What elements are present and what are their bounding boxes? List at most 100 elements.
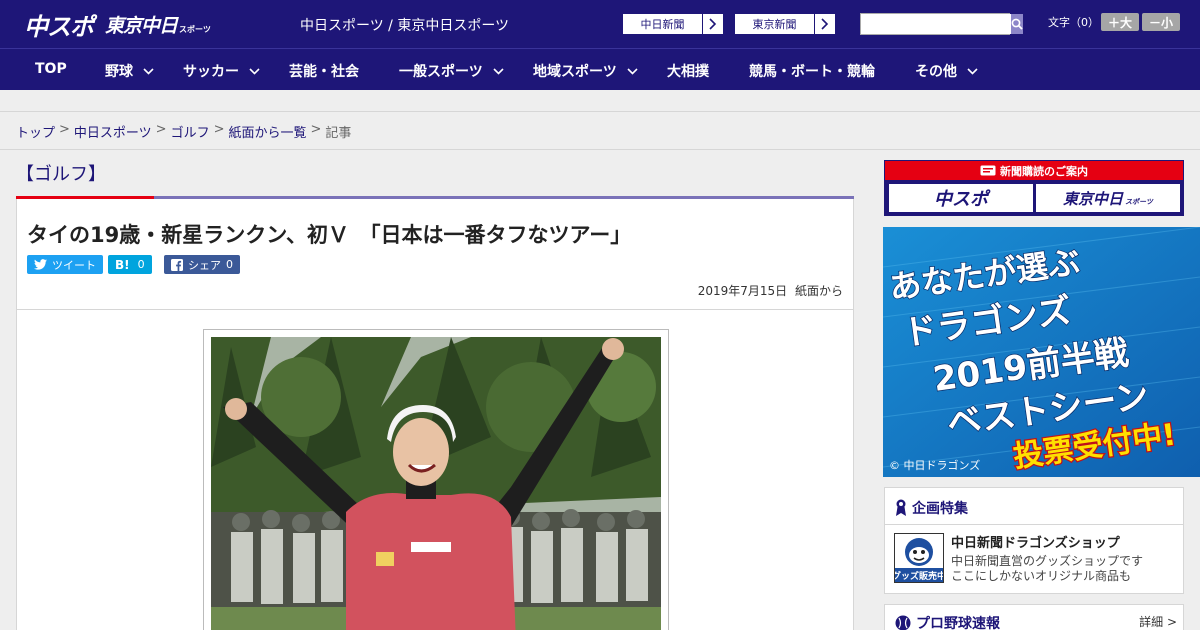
chevron-down-icon bbox=[967, 67, 978, 75]
subscribe-chuspo-button[interactable]: 中スポ bbox=[889, 184, 1033, 212]
tokyo-shimbun-label: 東京新聞 bbox=[735, 14, 815, 34]
tweet-button[interactable]: ツイート bbox=[27, 255, 103, 274]
site-logo[interactable]: 中スポ 東京中日 スポーツ bbox=[24, 9, 211, 41]
breadcrumb-separator: > bbox=[59, 122, 70, 137]
main-nav: TOP 野球 サッカー 芸能・社会 一般スポーツ 地域スポーツ 大相撲 競馬・ボ… bbox=[0, 48, 1200, 90]
breadcrumb-separator: > bbox=[155, 122, 167, 137]
baseball-scores-box: プロ野球速報 詳細 > bbox=[884, 604, 1184, 630]
chunichi-shimbun-link[interactable]: 中日新聞 bbox=[622, 13, 724, 35]
baseball-scores-title: プロ野球速報 bbox=[895, 613, 1000, 630]
divider bbox=[885, 524, 1183, 525]
facebook-share-count: 0 bbox=[226, 258, 233, 271]
subscribe-tokyo-chunichi-button[interactable]: 東京中日 スポーツ bbox=[1036, 184, 1180, 212]
breadcrumb-golf[interactable]: ゴルフ bbox=[171, 122, 210, 141]
chevron-down-icon bbox=[143, 67, 154, 75]
ad-strip bbox=[0, 90, 1200, 112]
nav-item-local-sports[interactable]: 地域スポーツ bbox=[533, 61, 638, 81]
tokyo-shimbun-link[interactable]: 東京新聞 bbox=[734, 13, 836, 35]
site-search bbox=[860, 13, 1023, 35]
hatena-bookmark-button[interactable]: B! 0 bbox=[108, 255, 152, 274]
nav-item-entertainment[interactable]: 芸能・社会 bbox=[289, 61, 359, 81]
chunichi-shimbun-label: 中日新聞 bbox=[623, 14, 703, 34]
nav-item-label: 芸能・社会 bbox=[289, 64, 359, 80]
chevron-down-icon bbox=[249, 67, 260, 75]
nav-item-racing[interactable]: 競馬・ボート・競輪 bbox=[749, 61, 875, 81]
feature-description-line: ここにしかないオリジナル商品も bbox=[951, 569, 1132, 583]
nav-item-label: サッカー bbox=[183, 64, 239, 80]
article-photo[interactable] bbox=[211, 337, 661, 630]
logo-sports: スポーツ bbox=[179, 24, 211, 34]
article-source: 紙面から bbox=[794, 284, 843, 298]
logo-chuspo: 中スポ bbox=[24, 12, 94, 41]
baseball-scores-label: プロ野球速報 bbox=[916, 616, 1000, 630]
facebook-icon bbox=[171, 258, 183, 271]
hatena-count: 0 bbox=[137, 258, 145, 271]
feature-description-line: 中日新聞直営のグッズショップです bbox=[951, 554, 1144, 568]
twitter-icon bbox=[34, 259, 47, 270]
breadcrumb-top[interactable]: トップ bbox=[16, 122, 55, 141]
search-button[interactable] bbox=[1011, 14, 1023, 34]
chevron-down-icon bbox=[627, 67, 638, 75]
chevron-right-icon bbox=[815, 14, 835, 34]
feature-description: 中日新聞直営のグッズショップです ここにしかないオリジナル商品も bbox=[951, 554, 1143, 584]
search-icon bbox=[1011, 18, 1023, 30]
feature-box: 企画特集 グッズ販売中 中日新聞ドラゴンズショップ 中日新聞直営のグッズショップ… bbox=[884, 487, 1184, 594]
article-date: 2019年7月15日 bbox=[697, 284, 788, 298]
subscription-box: 新聞購読のご案内 中スポ 東京中日 スポーツ bbox=[884, 160, 1184, 216]
subscription-header-label: 新聞購読のご案内 bbox=[1000, 164, 1088, 178]
article-dateline: 2019年7月15日 紙面から bbox=[698, 282, 843, 299]
font-size-label: 文字（0） bbox=[1048, 16, 1099, 29]
breadcrumb-paper-list[interactable]: 紙面から一覧 bbox=[229, 122, 307, 141]
ribbon-icon bbox=[896, 499, 906, 516]
subscription-header: 新聞購読のご案内 bbox=[885, 161, 1183, 180]
site-title: 中日スポーツ / 東京中日スポーツ bbox=[300, 18, 510, 34]
breadcrumb-current: 記事 bbox=[325, 126, 352, 141]
nav-item-label: 地域スポーツ bbox=[533, 64, 617, 80]
baseball-details-link[interactable]: 詳細 > bbox=[1139, 613, 1177, 630]
divider bbox=[0, 149, 1200, 150]
facebook-share-button[interactable]: シェア 0 bbox=[164, 255, 240, 274]
breadcrumb-separator: > bbox=[310, 122, 322, 137]
article-headline: タイの19歳・新星ランクン、初Ｖ 「日本は一番タフなツアー」 bbox=[27, 223, 632, 247]
baseball-icon bbox=[895, 615, 911, 630]
dragons-vote-banner[interactable]: あなたが選ぶ ドラゴンズ 2019前半戦 ベストシーン 投票受付中! © 中日ド… bbox=[883, 227, 1200, 477]
chevron-right-icon bbox=[703, 14, 723, 34]
feature-link-title[interactable]: 中日新聞ドラゴンズショップ bbox=[951, 532, 1120, 551]
facebook-share-label: シェア bbox=[188, 258, 221, 272]
hatena-icon: B! bbox=[115, 257, 130, 272]
article-photo-frame bbox=[203, 329, 669, 630]
site-header: 中スポ 東京中日 スポーツ 中日スポーツ / 東京中日スポーツ 中日新聞 東京新… bbox=[0, 0, 1200, 48]
feature-title: 企画特集 bbox=[895, 498, 968, 518]
font-bigger-button[interactable]: ＋大 bbox=[1101, 13, 1139, 31]
subscribe-tokyo-chunichi-sports: スポーツ bbox=[1125, 198, 1153, 206]
nav-item-sumo[interactable]: 大相撲 bbox=[667, 61, 709, 81]
nav-item-label: 大相撲 bbox=[667, 64, 709, 80]
subscribe-tokyo-chunichi-label: 東京中日 bbox=[1063, 189, 1124, 208]
nav-item-label: 野球 bbox=[105, 64, 133, 80]
nav-item-top[interactable]: TOP bbox=[35, 61, 67, 77]
newspaper-icon bbox=[980, 165, 996, 176]
nav-item-label: 一般スポーツ bbox=[399, 64, 483, 80]
dragons-shop-thumbnail-text: グッズ販売中 bbox=[895, 570, 943, 582]
logo-tokyo-chunichi: 東京中日 bbox=[105, 14, 178, 37]
tweet-label: ツイート bbox=[52, 258, 96, 272]
breadcrumb-chunichi-sports[interactable]: 中日スポーツ bbox=[74, 122, 152, 141]
nav-item-label: 競馬・ボート・競輪 bbox=[749, 64, 875, 80]
feature-title-label: 企画特集 bbox=[912, 501, 968, 517]
nav-item-general-sports[interactable]: 一般スポーツ bbox=[399, 61, 504, 81]
banner-copyright: © 中日ドラゴンズ bbox=[889, 459, 981, 472]
nav-item-label: その他 bbox=[915, 64, 957, 80]
chevron-down-icon bbox=[493, 67, 504, 75]
divider bbox=[17, 309, 853, 310]
nav-item-soccer[interactable]: サッカー bbox=[183, 61, 260, 81]
nav-item-baseball[interactable]: 野球 bbox=[105, 61, 154, 81]
article: タイの19歳・新星ランクン、初Ｖ 「日本は一番タフなツアー」 ツイート B! 0… bbox=[16, 199, 854, 630]
breadcrumb-separator: > bbox=[213, 122, 225, 137]
breadcrumb: トップ > 中日スポーツ > ゴルフ > 紙面から一覧 > 記事 bbox=[16, 122, 351, 141]
nav-item-label: TOP bbox=[35, 61, 67, 77]
search-input[interactable] bbox=[861, 14, 1011, 34]
nav-item-other[interactable]: その他 bbox=[915, 61, 978, 81]
font-smaller-button[interactable]: －小 bbox=[1142, 13, 1180, 31]
dragons-shop-thumbnail[interactable]: グッズ販売中 bbox=[894, 533, 944, 583]
category-label: 【ゴルフ】 bbox=[16, 164, 106, 185]
